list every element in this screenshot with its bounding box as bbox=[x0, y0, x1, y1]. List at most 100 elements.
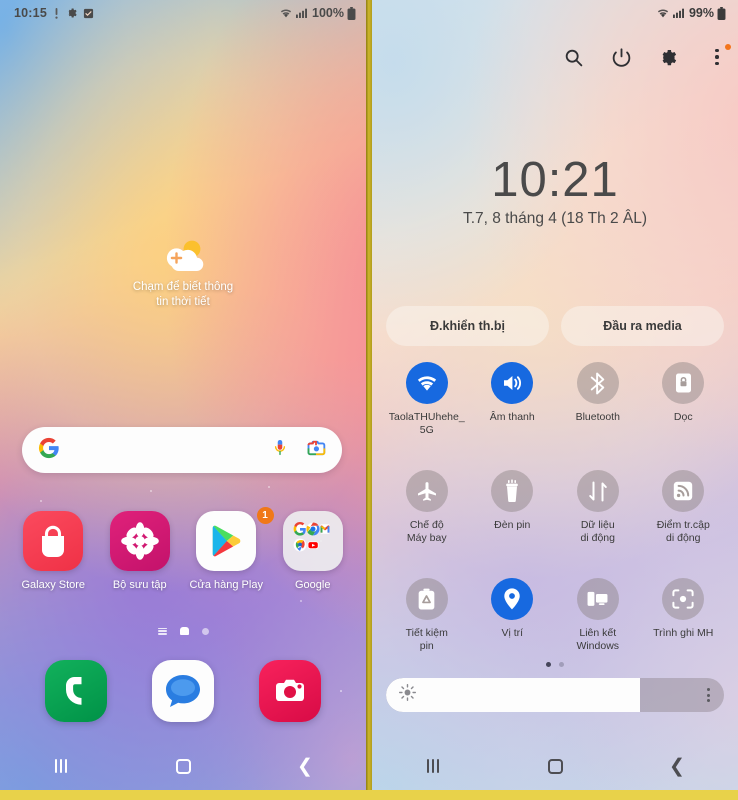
wifi-icon bbox=[405, 362, 448, 404]
back-icon: ❮ bbox=[669, 755, 685, 777]
toggle-wifi[interactable]: TaolaTHUhehe_ 5G bbox=[384, 358, 470, 460]
signal-icon bbox=[296, 7, 309, 19]
app-play-store[interactable]: 1 Cửa hàng Play bbox=[183, 507, 274, 592]
wifi-icon bbox=[656, 7, 670, 19]
bottom-edge-strip bbox=[0, 790, 738, 800]
toggle-label: Dữ liệu bbox=[580, 519, 615, 531]
brightness-fill bbox=[386, 678, 640, 712]
gear-icon bbox=[65, 7, 77, 19]
app-grid: Galaxy Store Bộ sưu tập 1 Cửa hàng Play … bbox=[0, 507, 366, 592]
toggle-label: Đèn pin bbox=[494, 519, 531, 531]
app-list-icon[interactable] bbox=[157, 627, 167, 635]
toggle-label-2: di động bbox=[580, 532, 615, 544]
clock-time: 10:21 bbox=[491, 153, 619, 207]
recents-button[interactable] bbox=[372, 759, 494, 773]
power-saving-icon bbox=[405, 578, 448, 620]
search-icon[interactable] bbox=[562, 46, 584, 68]
screen-recorder-icon bbox=[662, 578, 705, 620]
toggle-label-2: 5G bbox=[419, 424, 434, 436]
battery-percent: 100% bbox=[312, 6, 344, 20]
toggle-flashlight[interactable]: Đèn pin bbox=[470, 466, 556, 568]
toggle-location[interactable]: Vị trí bbox=[470, 574, 556, 676]
app-label: Google bbox=[295, 579, 331, 591]
toggle-label: Tiết kiệm bbox=[405, 627, 448, 639]
dock-item-camera[interactable] bbox=[237, 660, 344, 722]
toggle-label: Âm thanh bbox=[489, 411, 535, 423]
toggle-power-saving[interactable]: Tiết kiệm pin bbox=[384, 574, 470, 676]
home-screen-panel: 10:15 100% Chạm để biết thông tin thời t… bbox=[0, 0, 366, 790]
toggle-label: Vị trí bbox=[501, 627, 524, 639]
toggle-airplane-mode[interactable]: Chế độ Máy bay bbox=[384, 466, 470, 568]
gallery-icon bbox=[109, 511, 170, 571]
dock-item-phone[interactable] bbox=[22, 660, 129, 722]
home-dock bbox=[0, 660, 366, 722]
home-page-indicator[interactable] bbox=[0, 627, 366, 635]
wifi-icon bbox=[279, 7, 293, 19]
toggle-label-2: Máy bay bbox=[406, 532, 447, 544]
gear-icon[interactable] bbox=[658, 46, 680, 68]
brightness-options-icon[interactable] bbox=[707, 688, 710, 702]
app-gallery[interactable]: Bộ sưu tập bbox=[97, 511, 184, 592]
location-icon bbox=[491, 578, 534, 620]
microphone-icon[interactable] bbox=[272, 438, 288, 463]
signal-icon bbox=[672, 7, 686, 19]
home-button[interactable] bbox=[122, 758, 244, 774]
toggle-label-2: di động bbox=[666, 532, 701, 544]
battery-icon bbox=[717, 6, 726, 20]
toggle-label-2: pin bbox=[419, 640, 434, 652]
toggle-label-2: Windows bbox=[576, 640, 620, 652]
recents-icon bbox=[55, 759, 67, 773]
google-search-bar[interactable] bbox=[22, 427, 342, 473]
sound-icon bbox=[491, 362, 534, 404]
more-options-icon[interactable] bbox=[706, 44, 731, 68]
app-label: Galaxy Store bbox=[21, 579, 86, 591]
toggle-link-to-windows[interactable]: Liên kết Windows bbox=[555, 574, 641, 676]
weather-widget[interactable]: Chạm để biết thông tin thời tiết bbox=[0, 238, 366, 310]
home-page-dot[interactable] bbox=[201, 627, 209, 635]
weather-widget-line2: tin thời tiết bbox=[156, 296, 210, 308]
lock-clock: 10:21 T.7, 8 tháng 4 (18 Th 2 ÂL) bbox=[372, 152, 738, 228]
toggle-sound[interactable]: Âm thanh bbox=[470, 358, 556, 460]
toggle-screen-recorder[interactable]: Trình ghi MH bbox=[641, 574, 727, 676]
toggle-bluetooth[interactable]: Bluetooth bbox=[555, 358, 641, 460]
status-bar-clock: 10:15 bbox=[14, 6, 47, 20]
brightness-slider[interactable] bbox=[386, 678, 724, 712]
device-control-button[interactable]: Đ.khiển th.bị bbox=[386, 306, 549, 346]
power-icon[interactable] bbox=[610, 46, 632, 68]
toggle-label: Liên kết bbox=[579, 627, 617, 639]
toggle-label: Chế độ bbox=[409, 519, 444, 531]
airplane-icon bbox=[405, 470, 448, 512]
notification-dot-badge bbox=[725, 44, 731, 50]
google-lens-icon[interactable] bbox=[306, 438, 326, 463]
quick-settings-panel: 99% 10:21 T.7, 8 tháng 4 (18 Th 2 ÂL) Đ.… bbox=[372, 0, 738, 790]
link-to-windows-icon bbox=[576, 578, 619, 620]
app-google-folder[interactable]: Google bbox=[270, 511, 357, 592]
home-button[interactable] bbox=[494, 758, 616, 774]
recents-button[interactable] bbox=[0, 759, 122, 773]
quick-settings-page-dots[interactable] bbox=[372, 662, 738, 667]
toggle-mobile-data[interactable]: Dữ liệu di động bbox=[555, 466, 641, 568]
media-output-button[interactable]: Đầu ra media bbox=[561, 306, 724, 346]
page-dot[interactable] bbox=[559, 662, 564, 667]
clock-date: T.7, 8 tháng 4 (18 Th 2 ÂL) bbox=[462, 210, 648, 227]
hotspot-icon bbox=[662, 470, 705, 512]
back-button[interactable]: ❮ bbox=[244, 757, 366, 776]
battery-icon bbox=[347, 6, 356, 20]
home-icon bbox=[547, 758, 563, 774]
phone-icon bbox=[44, 660, 107, 722]
home-page-dot-active[interactable] bbox=[179, 627, 189, 635]
app-galaxy-store[interactable]: Galaxy Store bbox=[10, 511, 97, 592]
screenshot-stage: 10:15 100% Chạm để biết thông tin thời t… bbox=[0, 0, 738, 800]
camera-icon bbox=[259, 660, 322, 722]
quick-settings-header bbox=[562, 44, 731, 68]
back-button[interactable]: ❮ bbox=[616, 757, 738, 776]
dock-item-messages[interactable] bbox=[129, 660, 236, 722]
play-store-icon bbox=[196, 511, 257, 571]
toggle-label: TaolaTHUhehe_ bbox=[388, 411, 465, 423]
toggle-mobile-hotspot[interactable]: Điểm tr.cập di động bbox=[641, 466, 727, 568]
toggle-rotation-lock[interactable]: Dọc bbox=[641, 358, 727, 460]
toggle-label: Điểm tr.cập bbox=[656, 519, 710, 531]
page-dot-active[interactable] bbox=[546, 662, 551, 667]
bluetooth-icon bbox=[576, 362, 619, 404]
checkbox-icon bbox=[83, 8, 94, 19]
